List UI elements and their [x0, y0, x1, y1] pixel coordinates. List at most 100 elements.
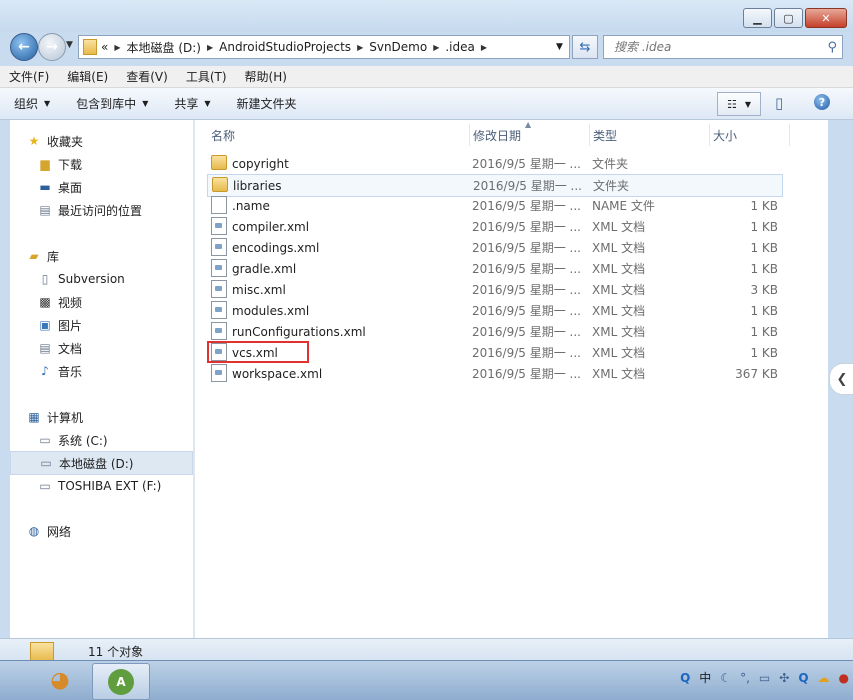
nav-documents[interactable]: ▤ 文档	[37, 337, 191, 359]
column-size[interactable]: 大小	[709, 124, 790, 146]
chevron-right-icon[interactable]: ▶	[481, 43, 487, 52]
qq-input-icon[interactable]: Q	[680, 671, 690, 685]
file-row[interactable]: encodings.xml 2016/9/5 星期一 ... XML 文档 1 KB	[207, 237, 781, 258]
new-folder-button[interactable]: 新建文件夹	[223, 95, 309, 112]
file-type: NAME 文件	[592, 199, 655, 213]
refresh-button[interactable]: ⇆	[572, 35, 598, 59]
minimize-button[interactable]: ▁	[743, 8, 772, 28]
file-row[interactable]: runConfigurations.xml 2016/9/5 星期一 ... XML…	[207, 321, 781, 342]
nav-recent[interactable]: ▤ 最近访问的位置	[37, 199, 191, 221]
xml-file-icon	[211, 280, 227, 298]
desktop-icon: ▬	[39, 180, 51, 194]
library-icon: ▰	[29, 249, 39, 263]
file-date: 2016/9/5 星期一 ...	[472, 325, 581, 339]
column-date[interactable]: 修改日期	[469, 124, 590, 146]
file-row[interactable]: misc.xml 2016/9/5 星期一 ... XML 文档 3 KB	[207, 279, 781, 300]
close-button[interactable]: ✕	[805, 8, 847, 28]
breadcrumb-segment[interactable]: .idea	[445, 40, 475, 54]
search-box[interactable]: ⚲	[603, 35, 843, 59]
column-name[interactable]: 名称	[207, 124, 470, 146]
settings-icon[interactable]: ✣	[779, 671, 789, 685]
file-name: modules.xml	[232, 303, 310, 318]
change-view-button[interactable]: ☷ ▼	[717, 92, 761, 116]
file-row[interactable]: gradle.xml 2016/9/5 星期一 ... XML 文档 1 KB	[207, 258, 781, 279]
file-row[interactable]: .name 2016/9/5 星期一 ... NAME 文件 1 KB	[207, 195, 781, 216]
penguin-icon[interactable]: ●	[839, 671, 849, 685]
taskbar-app-android-studio[interactable]: A	[92, 663, 150, 700]
address-history-dropdown[interactable]: ▼	[556, 42, 563, 52]
nav-label: 桌面	[58, 180, 83, 195]
nav-favorites[interactable]: ★ 收藏夹	[26, 130, 207, 152]
maximize-button[interactable]: ▢	[774, 8, 803, 28]
chevron-right-icon[interactable]: ▶	[207, 43, 213, 52]
file-size: 1 KB	[750, 240, 778, 255]
breadcrumb-segment[interactable]: AndroidStudioProjects	[219, 40, 351, 54]
nav-libraries[interactable]: ▰ 库	[26, 245, 207, 267]
file-size: 3 KB	[750, 282, 778, 297]
nav-drive-f[interactable]: ▭ TOSHIBA EXT (F:)	[37, 475, 191, 497]
menu-tools[interactable]: 工具(T)	[177, 68, 236, 85]
preview-pane-button[interactable]: ▯	[775, 94, 783, 112]
chevron-left-icon: ❮	[836, 371, 848, 387]
arrow-left-icon: ←	[18, 39, 30, 55]
highlight-box	[207, 341, 309, 363]
chevron-right-icon[interactable]: ▶	[433, 43, 439, 52]
nav-computer[interactable]: ▦ 计算机	[26, 406, 207, 428]
file-date: 2016/9/5 星期一 ...	[472, 262, 581, 276]
help-button[interactable]: ?	[814, 94, 830, 110]
search-input[interactable]	[612, 39, 816, 55]
file-row[interactable]: libraries 2016/9/5 星期一 ... 文件夹	[207, 174, 783, 197]
caret-down-icon: ▼	[204, 99, 211, 108]
menu-view[interactable]: 查看(V)	[117, 68, 177, 85]
breadcrumb-segment[interactable]: SvnDemo	[369, 40, 427, 54]
nav-drive-c[interactable]: ▭ 系统 (C:)	[37, 429, 191, 451]
nav-downloads[interactable]: ▆ 下载	[37, 153, 191, 175]
breadcrumb-segment[interactable]: 本地磁盘 (D:)	[127, 39, 201, 56]
cloud-icon[interactable]: ☁	[818, 671, 830, 685]
nav-pictures[interactable]: ▣ 图片	[37, 314, 191, 336]
address-bar[interactable]: « ▶ 本地磁盘 (D:) ▶ AndroidStudioProjects ▶ …	[78, 35, 570, 59]
nav-music[interactable]: ♪ 音乐	[37, 360, 191, 382]
share-button[interactable]: 共享 ▼	[160, 95, 222, 112]
keyboard-icon[interactable]: ▭	[759, 671, 770, 685]
menu-edit[interactable]: 编辑(E)	[58, 68, 117, 85]
address-overflow[interactable]: «	[101, 40, 108, 54]
nav-desktop[interactable]: ▬ 桌面	[37, 176, 191, 198]
file-date: 2016/9/5 星期一 ...	[472, 283, 581, 297]
file-size: 1 KB	[750, 261, 778, 276]
chevron-right-icon[interactable]: ▶	[357, 43, 363, 52]
nav-label: 最近访问的位置	[58, 203, 143, 218]
new-folder-label: 新建文件夹	[236, 97, 297, 111]
punctuation-icon[interactable]: °,	[740, 671, 750, 685]
file-type: XML 文档	[592, 220, 646, 234]
share-label: 共享	[174, 97, 199, 111]
nav-network[interactable]: ◍ 网络	[26, 520, 207, 542]
organize-button[interactable]: 组织 ▼	[0, 95, 62, 112]
file-row[interactable]: compiler.xml 2016/9/5 星期一 ... XML 文档 1 KB	[207, 216, 781, 237]
column-type[interactable]: 类型	[589, 124, 710, 146]
forward-button[interactable]: →	[38, 33, 66, 61]
nav-drive-d[interactable]: ▭ 本地磁盘 (D:)	[10, 451, 193, 475]
include-in-library-button[interactable]: 包含到库中 ▼	[62, 95, 160, 112]
search-icon[interactable]: ⚲	[827, 40, 837, 55]
file-name: runConfigurations.xml	[232, 324, 366, 339]
file-row[interactable]: workspace.xml 2016/9/5 星期一 ... XML 文档 367 K…	[207, 363, 781, 384]
moon-icon[interactable]: ☾	[720, 671, 731, 685]
file-row[interactable]: modules.xml 2016/9/5 星期一 ... XML 文档 1 KB	[207, 300, 781, 321]
file-date: 2016/9/5 星期一 ...	[472, 304, 581, 318]
back-button[interactable]: ←	[10, 33, 38, 61]
ime-indicator[interactable]: 中	[699, 669, 711, 686]
file-name: .name	[232, 198, 270, 213]
taskbar-app-explorer[interactable]: ▮	[0, 663, 10, 698]
qq-icon[interactable]: Q	[798, 671, 808, 685]
caret-down-icon: ▼	[142, 99, 149, 108]
file-row[interactable]: copyright 2016/9/5 星期一 ... 文件夹	[207, 153, 781, 174]
menu-file[interactable]: 文件(F)	[0, 68, 58, 85]
recent-pages-dropdown[interactable]: ▼	[66, 40, 73, 50]
collapse-arrow-button[interactable]: ❮	[829, 363, 853, 395]
nav-subversion[interactable]: ▯ Subversion	[37, 268, 191, 290]
menu-help[interactable]: 帮助(H)	[236, 68, 296, 85]
drive-icon: ▭	[39, 479, 51, 493]
nav-videos[interactable]: ▩ 视频	[37, 291, 191, 313]
taskbar-app-paint[interactable]: ◕	[32, 663, 88, 698]
